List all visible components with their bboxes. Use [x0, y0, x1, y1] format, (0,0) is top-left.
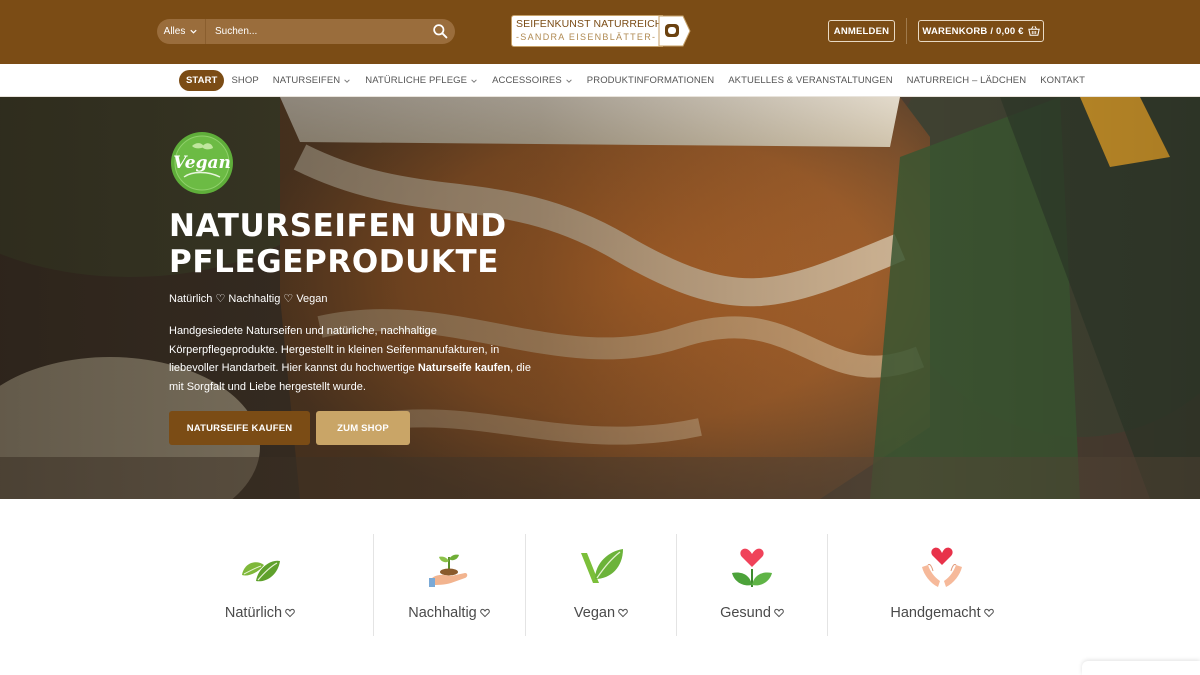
basket-icon [1027, 26, 1040, 36]
hero-description-link[interactable]: Naturseife kaufen [418, 362, 510, 374]
heart-outline-icon [479, 608, 490, 618]
hero-description: Handgesiedete Naturseifen und natürliche… [169, 322, 544, 397]
nav-item-accessoires[interactable]: ACCESSOIRES [485, 70, 580, 91]
hero-tagline: Natürlich ♡ Nachhaltig ♡ Vegan [169, 293, 328, 305]
nav-item-label: SHOP [231, 75, 259, 86]
heart-outline-icon [285, 608, 295, 618]
heart-outline-icon [618, 608, 628, 618]
login-button[interactable]: ANMELDEN [828, 20, 895, 42]
hero-banner: Vegan NATURSEIFEN UND PFLEGEPRODUKTE Nat… [0, 97, 1200, 499]
heart-outline-icon [774, 608, 784, 618]
logo-subtitle: -SANDRA EISENBLÄTTER- [516, 32, 657, 42]
category-select-value: Alles [163, 26, 186, 37]
login-button-label: ANMELDEN [833, 25, 890, 37]
nav-item-start[interactable]: START [179, 70, 225, 91]
nav-item-naturseifen[interactable]: NATURSEIFEN [266, 70, 358, 91]
corner-widget[interactable] [1082, 661, 1200, 675]
cart-button[interactable]: WARENKORB / 0,00 € [918, 20, 1044, 42]
nav-item-label: AKTUELLES & VERANSTALTUNGEN [728, 75, 893, 86]
vegan-badge-icon: Vegan [171, 132, 233, 194]
nav-item-label: NATURSEIFEN [272, 75, 341, 86]
nav-item-shop[interactable]: SHOP [224, 70, 265, 91]
feature-label: Natürlich [185, 605, 335, 621]
logo-title: SEIFENKUNST NATURREICH [516, 18, 663, 30]
features-section: Natürlich Nachhaltig Vegan Gesund Handge… [0, 499, 1200, 675]
main-navigation: START SHOP NATURSEIFEN NATÜRLICHE PFLEGE… [0, 64, 1200, 97]
nav-item-natuerliche-pflege[interactable]: NATÜRLICHE PFLEGE [358, 70, 485, 91]
search-input[interactable] [205, 19, 455, 44]
nav-item-label: KONTAKT [1040, 75, 1086, 86]
hero-title-line1: NATURSEIFEN UND [169, 208, 507, 244]
nav-item-label: START [186, 75, 218, 86]
feature-label: Nachhaltig [374, 605, 524, 621]
heart-leaves-icon [732, 548, 772, 587]
search-icon[interactable] [432, 23, 449, 40]
vegan-leaf-icon [581, 549, 623, 583]
feature-label: Vegan [526, 605, 676, 621]
heart-hands-icon [922, 547, 962, 587]
heart-outline-icon [983, 608, 994, 618]
nav-item-label: PRODUKTINFORMATIONEN [586, 75, 715, 86]
feature-label: Handgemacht [867, 605, 1017, 621]
chevron-down-icon [566, 78, 572, 83]
feature-label: Gesund [677, 605, 827, 621]
hero-title: NATURSEIFEN UND PFLEGEPRODUKTE [169, 208, 569, 280]
buy-soap-button[interactable]: NATURSEIFE KAUFEN [169, 411, 310, 445]
nav-menu: START SHOP NATURSEIFEN NATÜRLICHE PFLEGE… [179, 70, 1092, 91]
search-bar: Alles [157, 19, 455, 44]
shop-button[interactable]: ZUM SHOP [316, 411, 410, 445]
top-header: Alles SEIFENKUNST NATURREICH -SANDRA EIS… [0, 0, 1200, 64]
leaves-icon [242, 560, 280, 582]
chevron-down-icon [344, 78, 350, 83]
nav-item-produktinformationen[interactable]: PRODUKTINFORMATIONEN [580, 70, 721, 91]
header-divider [906, 18, 907, 44]
vegan-badge-text: Vegan [173, 153, 231, 173]
hero-title-line2: PFLEGEPRODUKTE [169, 244, 500, 280]
nav-item-kontakt[interactable]: KONTAKT [1033, 70, 1092, 91]
shop-button-label: ZUM SHOP [337, 422, 389, 434]
category-select[interactable]: Alles [157, 19, 205, 44]
chevron-down-icon [190, 29, 197, 34]
feature-divider [827, 534, 828, 636]
nav-item-laedchen[interactable]: NATURREICH – LÄDCHEN [900, 70, 1034, 91]
chevron-down-icon [471, 78, 477, 83]
site-logo[interactable]: SEIFENKUNST NATURREICH -SANDRA EISENBLÄT… [511, 15, 691, 47]
seedling-hand-icon [429, 554, 468, 587]
soap-tag-icon [658, 15, 691, 47]
cart-button-label: WARENKORB / 0,00 € [922, 25, 1024, 37]
nav-item-aktuelles[interactable]: AKTUELLES & VERANSTALTUNGEN [721, 70, 899, 91]
nav-item-label: ACCESSOIRES [492, 75, 562, 86]
nav-item-label: NATÜRLICHE PFLEGE [365, 75, 468, 86]
nav-item-label: NATURREICH – LÄDCHEN [906, 75, 1027, 86]
buy-soap-button-label: NATURSEIFE KAUFEN [186, 422, 293, 434]
